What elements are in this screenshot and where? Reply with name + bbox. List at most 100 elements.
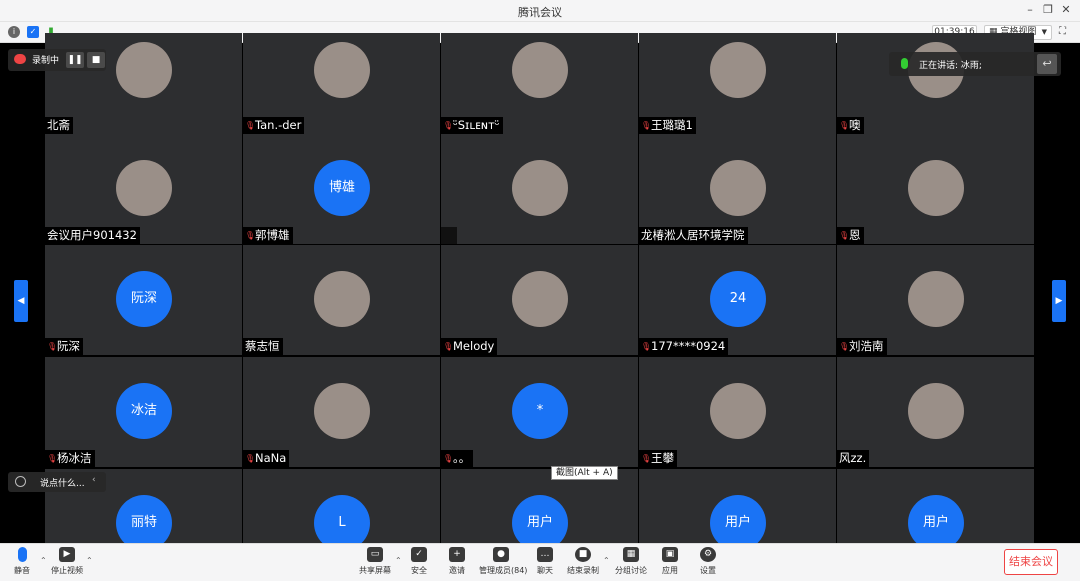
emoji-icon[interactable] <box>15 476 26 487</box>
participant-tile[interactable]: 🎙NaNa <box>243 357 440 467</box>
prev-page-button[interactable]: ◀ <box>14 280 28 322</box>
participant-name: NaNa <box>255 451 287 465</box>
avatar: 博雄 <box>314 160 370 216</box>
shield-icon: ✓ <box>411 547 427 562</box>
participant-tile[interactable]: 龙椿淞人居环境学院 <box>639 134 836 244</box>
avatar <box>512 160 568 216</box>
add-user-icon: + <box>449 547 465 562</box>
participant-tile[interactable]: * 🎙。。 <box>441 357 638 467</box>
participant-name-bar: 会议用户901432 <box>45 227 140 244</box>
participant-tile[interactable]: 用户 <box>441 469 638 543</box>
chevron-up-icon[interactable]: ⌃ <box>86 556 93 565</box>
muted-mic-icon: 🎙 <box>47 342 58 351</box>
chat-icon: … <box>537 547 553 562</box>
participant-tile[interactable]: 风zz. <box>837 357 1034 467</box>
participant-name-bar: 🎙177****0924 <box>639 338 729 355</box>
chat-quick-input[interactable]: 说点什么... ‹ <box>8 472 106 492</box>
avatar <box>710 383 766 439</box>
participant-name: Tan.-der <box>255 118 302 132</box>
next-page-button[interactable]: ▶ <box>1052 280 1066 322</box>
participant-tile[interactable]: 🎙Melody <box>441 245 638 355</box>
avatar <box>512 42 568 98</box>
participant-tile[interactable]: 🎙ᵕ̈Sɪʟᴇɴᴛᵕ̈ <box>441 33 638 134</box>
avatar <box>314 271 370 327</box>
participant-tile[interactable]: 用户 <box>837 469 1034 543</box>
avatar <box>908 160 964 216</box>
participant-tile[interactable] <box>441 134 638 244</box>
participant-tile[interactable]: 🎙刘浩南 <box>837 245 1034 355</box>
participant-tile[interactable]: 会议用户901432 <box>45 134 242 244</box>
invite-button[interactable]: + 邀请 <box>435 547 479 576</box>
share-label: 共享屏幕 <box>359 566 391 575</box>
breakout-label: 分组讨论 <box>615 566 647 575</box>
window-title: 腾讯会议 <box>518 6 562 19</box>
participant-tile[interactable]: 蔡志恒 <box>243 245 440 355</box>
breakout-button[interactable]: ▦ 分组讨论 <box>609 547 653 576</box>
participant-tile[interactable]: L <box>243 469 440 543</box>
participant-name: 王璐璐1 <box>651 118 693 132</box>
participant-name: 蔡志恒 <box>245 339 280 353</box>
avatar <box>908 383 964 439</box>
avatar <box>710 42 766 98</box>
participant-name: 郭博雄 <box>255 228 290 242</box>
participant-name: 。。 <box>453 451 471 465</box>
avatar: 冰洁 <box>116 383 172 439</box>
end-recording-button[interactable]: ■ 结束录制 <box>561 547 605 576</box>
speaking-label: 正在讲话: 冰雨; <box>919 61 982 71</box>
screen-share-icon: ▭ <box>367 547 383 562</box>
participant-name: ᵕ̈Sɪʟᴇɴᴛᵕ̈ <box>453 118 500 132</box>
recording-indicator: 录制中 ❚❚ ■ <box>8 49 106 71</box>
stop-recording-button[interactable]: ■ <box>87 52 105 68</box>
participant-tile[interactable]: 🎙Tan.-der <box>243 33 440 134</box>
return-icon[interactable]: ↩ <box>1037 54 1057 74</box>
participant-name-bar: 🎙恩 <box>837 227 864 244</box>
share-screen-button[interactable]: ▭ 共享屏幕 <box>353 547 397 576</box>
participant-tile[interactable]: 博雄 🎙郭博雄 <box>243 134 440 244</box>
participant-tile[interactable]: 阮深 🎙阮深 <box>45 245 242 355</box>
fullscreen-icon[interactable]: ⛶ <box>1059 26 1072 39</box>
chevron-down-icon: ▼ <box>1041 28 1047 36</box>
participant-tile[interactable]: 🎙王攀 <box>639 357 836 467</box>
muted-mic-icon: 🎙 <box>443 121 454 130</box>
end-meeting-button[interactable]: 结束会议 <box>1004 549 1058 575</box>
members-label: 管理成员(84) <box>479 566 528 575</box>
avatar <box>710 160 766 216</box>
avatar: 用户 <box>908 495 964 543</box>
recording-label: 录制中 <box>32 56 60 66</box>
manage-members-button[interactable]: ● 管理成员(84) <box>479 547 528 576</box>
participant-tile[interactable]: 🎙噢 <box>837 33 1034 134</box>
participant-name: 177****0924 <box>651 339 726 353</box>
muted-mic-icon: 🎙 <box>839 231 850 240</box>
avatar: 丽特 <box>116 495 172 543</box>
participant-name-bar: 🎙ᵕ̈Sɪʟᴇɴᴛᵕ̈ <box>441 117 503 134</box>
minimize-icon[interactable]: – <box>1023 3 1037 16</box>
participant-name: 杨冰洁 <box>57 451 92 465</box>
participant-tile[interactable]: 24 🎙177****0924 <box>639 245 836 355</box>
muted-mic-icon: 🎙 <box>641 454 652 463</box>
muted-mic-icon: 🎙 <box>245 454 256 463</box>
participant-tile[interactable]: 🎙恩 <box>837 134 1034 244</box>
avatar <box>314 42 370 98</box>
info-icon[interactable]: i <box>8 26 20 38</box>
close-icon[interactable]: ✕ <box>1059 3 1073 16</box>
participant-name-bar: 🎙Melody <box>441 338 498 355</box>
settings-button[interactable]: ⚙ 设置 <box>686 547 730 576</box>
participant-tile[interactable]: 🎙王璐璐1 <box>639 33 836 134</box>
muted-mic-icon: 🎙 <box>245 231 256 240</box>
participant-tile[interactable]: 冰洁 🎙杨冰洁 <box>45 357 242 467</box>
avatar: L <box>314 495 370 543</box>
video-label: 停止视频 <box>51 566 83 575</box>
pause-recording-button[interactable]: ❚❚ <box>66 52 84 68</box>
stop-video-button[interactable]: ▶ 停止视频 <box>45 547 89 576</box>
title-bar: 腾讯会议 – ❐ ✕ <box>0 0 1080 22</box>
avatar <box>314 383 370 439</box>
collapse-icon[interactable]: ‹ <box>92 475 96 485</box>
participant-name: 王攀 <box>651 451 674 465</box>
participant-tile[interactable]: 用户 <box>639 469 836 543</box>
breakout-icon: ▦ <box>623 547 639 562</box>
restore-icon[interactable]: ❐ <box>1041 3 1055 16</box>
mute-button[interactable]: 静音 <box>0 547 44 576</box>
muted-mic-icon: 🎙 <box>47 454 58 463</box>
participant-name-bar <box>441 227 457 244</box>
shield-icon[interactable]: ✓ <box>27 26 39 38</box>
